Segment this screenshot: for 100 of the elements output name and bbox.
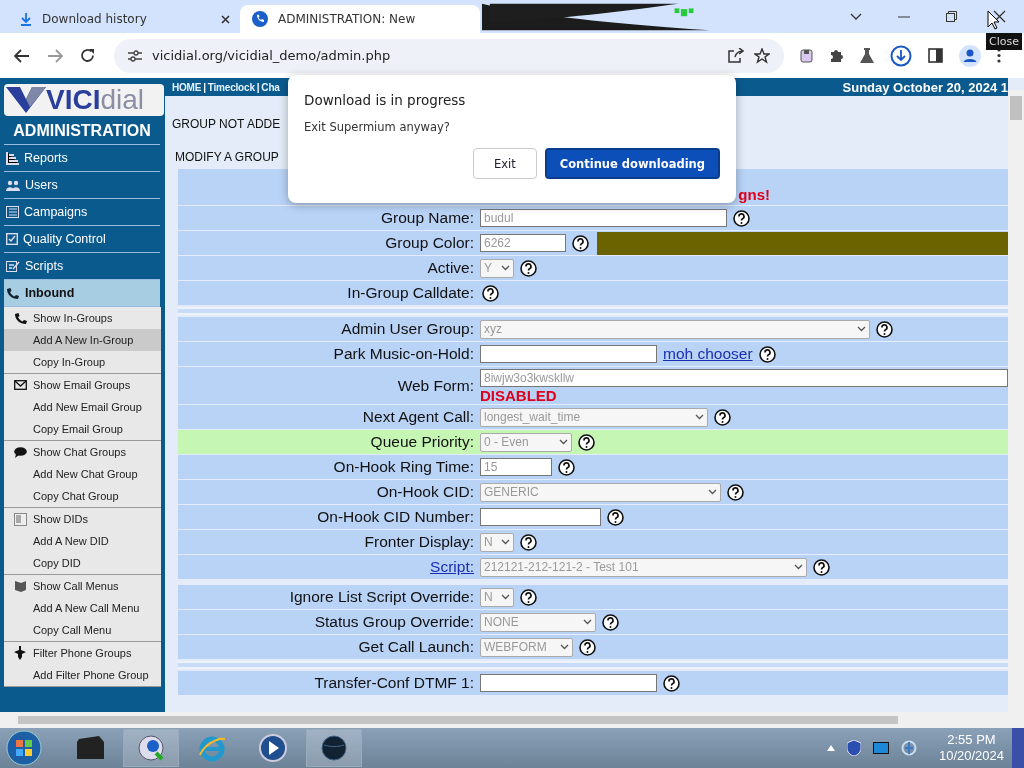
moh-chooser-link[interactable]: moh chooser [663, 345, 753, 363]
field-label: Web Form: [397, 376, 474, 395]
restore-icon[interactable] [946, 11, 957, 22]
submenu-item[interactable]: Add Filter Phone Group [4, 664, 161, 686]
browser-tab[interactable]: Download history [8, 5, 240, 33]
continue-button[interactable]: Continue downloading [544, 148, 720, 179]
help-icon[interactable] [558, 458, 575, 476]
submenu-item[interactable]: Copy Call Menu [4, 619, 161, 641]
vertical-scrollbar[interactable] [1008, 90, 1024, 712]
header-link[interactable]: HOME [172, 81, 202, 93]
help-icon[interactable] [758, 345, 776, 363]
sidebar-title: ADMINISTRATION [4, 120, 160, 145]
taskbar-app[interactable] [123, 729, 179, 767]
help-icon[interactable] [520, 588, 537, 606]
help-icon[interactable] [663, 674, 680, 692]
chevron-down-icon[interactable] [850, 12, 862, 21]
header-link[interactable]: Cha [261, 81, 280, 93]
text-field[interactable] [480, 345, 657, 363]
caret-icon [501, 265, 510, 271]
users-icon [6, 179, 20, 191]
help-icon[interactable] [482, 284, 499, 302]
reload-icon[interactable] [80, 48, 95, 63]
phone-icon [6, 286, 20, 300]
submenu-item[interactable]: Copy In-Group [4, 351, 161, 373]
help-icon[interactable] [602, 613, 619, 631]
field-label: Fronter Display: [364, 533, 474, 551]
horizontal-scrollbar[interactable] [0, 712, 1024, 728]
help-icon[interactable] [607, 508, 624, 526]
monitor-icon[interactable] [872, 742, 889, 754]
submenu-item[interactable]: Show In-Groups [4, 307, 161, 329]
caret-icon [559, 439, 568, 445]
show-hidden-icons-icon[interactable] [826, 745, 835, 751]
submenu-item[interactable]: Filter Phone Groups [4, 642, 161, 664]
submenu-item[interactable]: Add A New DID [4, 530, 161, 552]
submenu-item[interactable]: Add A New In-Group [4, 329, 161, 351]
submenu-item[interactable]: Copy DID [4, 552, 161, 574]
back-arrow-icon[interactable] [14, 48, 30, 63]
browser-tab[interactable]: ADMINISTRATION: New [240, 5, 480, 33]
forward-arrow-icon[interactable] [47, 48, 63, 63]
caret-icon [695, 414, 704, 420]
help-icon[interactable] [579, 638, 596, 656]
profile-icon[interactable] [959, 44, 981, 67]
submenu-item[interactable]: Copy Email Group [4, 418, 161, 440]
network-icon[interactable] [900, 740, 917, 756]
submenu-item[interactable]: Show Email Groups [4, 374, 161, 396]
site-settings-icon[interactable] [128, 49, 142, 62]
taskbar-clock[interactable]: 2:55 PM 10/20/2024 [938, 732, 1004, 764]
submenu-item[interactable]: Show Chat Groups [4, 441, 161, 463]
media-player-icon [258, 733, 288, 763]
field-label: Group Name: [380, 209, 474, 227]
download-progress-icon[interactable] [890, 44, 912, 67]
help-icon[interactable] [727, 483, 744, 501]
help-icon[interactable] [572, 234, 589, 252]
sidebar-item[interactable]: Quality Control [4, 226, 160, 253]
tab-title: Download history [42, 12, 148, 26]
phone-icon [14, 311, 28, 325]
menu-icon[interactable] [997, 48, 1001, 63]
submenu-item[interactable]: Add New Email Group [4, 396, 161, 418]
help-icon[interactable] [578, 433, 595, 451]
text-field[interactable] [480, 508, 601, 526]
sidebar-item[interactable]: Inbound [4, 280, 160, 307]
taskbar-app[interactable] [306, 729, 362, 767]
star-icon[interactable] [754, 47, 770, 64]
sidebar-item[interactable]: Reports [4, 145, 160, 172]
field-label: Next Agent Call: [362, 408, 474, 426]
help-icon[interactable] [876, 320, 893, 338]
help-icon[interactable] [733, 209, 750, 227]
submenu-item[interactable]: Add A New Call Menu [4, 597, 161, 619]
field-label-link[interactable]: Script: [430, 558, 474, 576]
puzzle-icon[interactable] [829, 48, 844, 63]
clipboard-extension-icon[interactable] [800, 48, 813, 63]
close-icon[interactable] [993, 10, 1006, 23]
start-orb-icon[interactable] [6, 730, 42, 766]
sidebar-item[interactable]: Campaigns [4, 199, 160, 226]
exit-button[interactable]: Exit [472, 148, 537, 179]
text-field[interactable] [480, 674, 657, 692]
submenu-item[interactable]: Show Call Menus [4, 575, 161, 597]
field-label: Get Call Launch: [358, 638, 474, 656]
submenu-item[interactable]: Copy Chat Group [4, 485, 161, 507]
header-link[interactable]: Timeclock [207, 81, 255, 93]
close-icon[interactable] [221, 14, 230, 24]
submenu-item[interactable]: Show DIDs [4, 508, 161, 530]
help-icon[interactable] [714, 408, 731, 426]
sidebar-item[interactable]: Users [4, 172, 160, 199]
help-icon[interactable] [813, 558, 830, 576]
cursor-arrow-icon [987, 10, 1000, 30]
warning-text: gns! [738, 186, 770, 203]
share-icon[interactable] [728, 48, 744, 63]
field-label: Transfer-Conf DTMF 1: [314, 674, 474, 692]
flask-icon[interactable] [860, 48, 874, 63]
shield-icon[interactable] [846, 740, 861, 756]
section-title: MODIFY A GROUP [175, 150, 279, 164]
help-icon[interactable] [520, 259, 537, 277]
submenu-item[interactable]: Add New Chat Group [4, 463, 161, 485]
status-message: GROUP NOT ADDE [172, 117, 281, 131]
help-icon[interactable] [520, 533, 537, 551]
minimize-icon[interactable] [898, 15, 910, 18]
side-panel-icon[interactable] [928, 48, 943, 63]
field-label: On-Hook Ring Time: [333, 458, 474, 476]
address-bar[interactable]: vicidial.org/vicidial_demo/admin.php [114, 38, 784, 73]
